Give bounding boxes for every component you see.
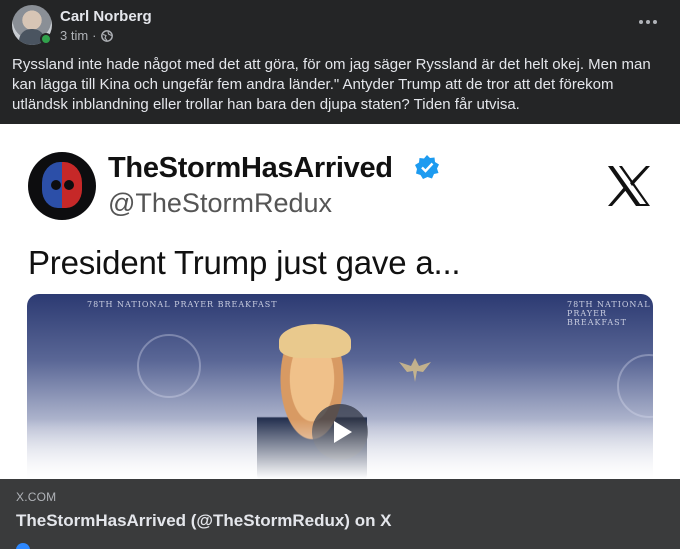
eagle-emblem-icon xyxy=(399,358,431,382)
post-text: Ryssland inte hade något med det att gör… xyxy=(12,56,651,113)
meta-separator: · xyxy=(92,28,97,43)
x-logo-icon xyxy=(608,166,650,206)
post-time[interactable]: 3 tim xyxy=(60,28,88,43)
link-preview-info[interactable]: X.COM TheStormHasArrived (@TheStormRedux… xyxy=(0,479,680,549)
speaker-hair xyxy=(279,324,351,358)
more-options-button[interactable] xyxy=(634,10,662,34)
post-header: Carl Norberg 3 tim · xyxy=(0,0,680,52)
link-title[interactable]: TheStormHasArrived (@TheStormRedux) on X xyxy=(16,511,392,531)
banner-text-right: 78TH NATIONAL PRAYER BREAKFAST xyxy=(567,300,651,327)
author-name[interactable]: Carl Norberg xyxy=(60,8,152,25)
account-handle: @TheStormRedux xyxy=(108,188,332,218)
verified-badge-icon xyxy=(415,155,439,179)
banner-text-left: 78TH NATIONAL PRAYER BREAKFAST xyxy=(87,300,278,309)
tweet-headline: President Trump just gave a... xyxy=(28,244,461,281)
link-domain: X.COM xyxy=(16,490,57,504)
more-options-icon xyxy=(639,20,643,24)
seal-emblem xyxy=(137,334,201,398)
globe-icon xyxy=(100,29,113,42)
account-display-name: TheStormHasArrived xyxy=(108,152,393,184)
image-fade xyxy=(0,419,680,479)
online-status-icon xyxy=(40,33,52,45)
link-preview-image[interactable]: TheStormHasArrived @TheStormRedux Presid… xyxy=(0,124,680,479)
post-meta: 3 tim · xyxy=(60,28,113,43)
account-avatar-icon xyxy=(28,152,96,220)
seal-emblem xyxy=(617,354,653,418)
